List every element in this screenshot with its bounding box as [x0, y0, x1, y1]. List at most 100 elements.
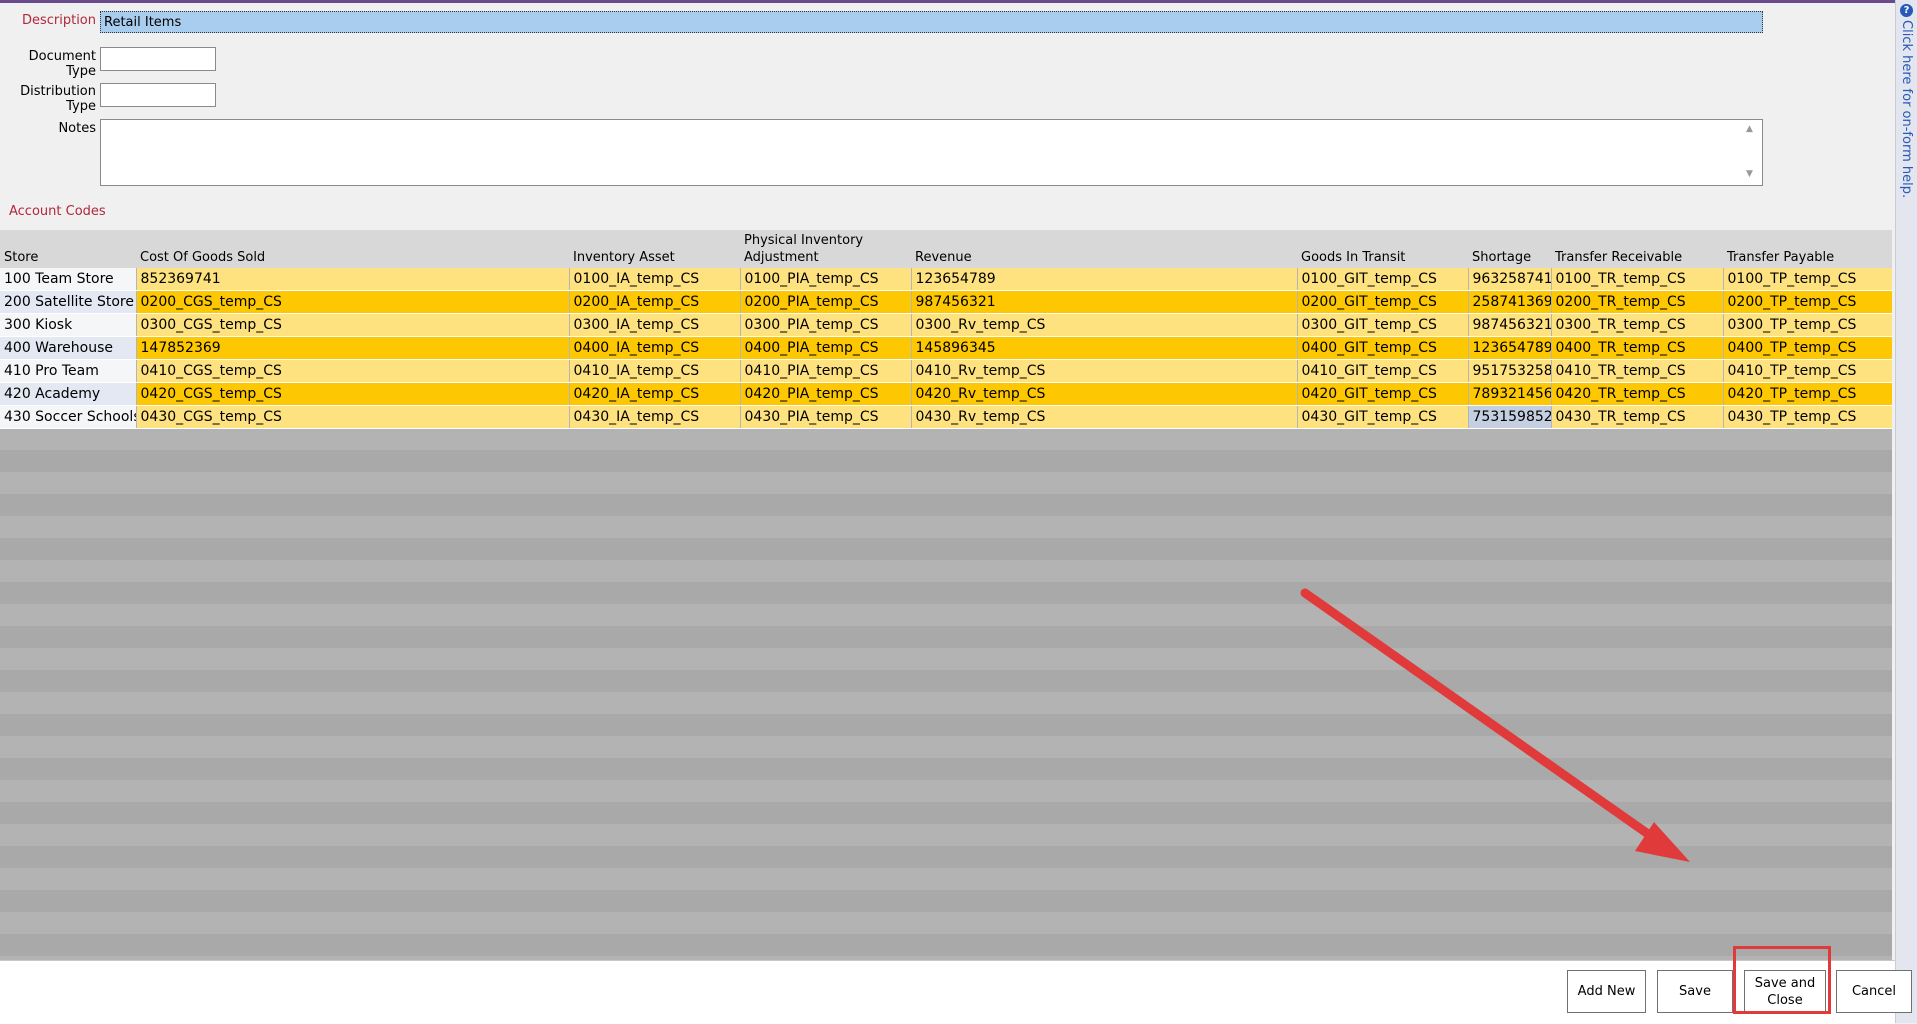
scroll-down-icon[interactable]: ▼ — [1746, 169, 1913, 179]
account-code-cell[interactable]: 0420_TP_temp_CS — [1722, 382, 1892, 406]
account-code-cell[interactable]: 0400_TR_temp_CS — [1550, 336, 1723, 360]
scroll-up-icon[interactable]: ▲ — [1746, 124, 1913, 134]
account-code-cell[interactable]: 0420_IA_temp_CS — [568, 382, 740, 406]
account-code-cell[interactable]: 0300_CGS_temp_CS — [135, 313, 569, 337]
store-cell[interactable]: 300 Kiosk — [0, 313, 136, 337]
account-code-cell[interactable]: 0300_Rv_temp_CS — [910, 313, 1297, 337]
account-code-cell[interactable]: 0420_PIA_temp_CS — [739, 382, 911, 406]
account-code-cell[interactable]: 0300_PIA_temp_CS — [739, 313, 911, 337]
document-type-label: Document Type — [28, 49, 96, 79]
account-code-cell[interactable]: 145896345 — [910, 336, 1297, 360]
account-code-cell[interactable]: 0300_IA_temp_CS — [568, 313, 740, 337]
account-code-cell[interactable]: 0410_CGS_temp_CS — [135, 359, 569, 383]
account-code-cell[interactable]: 0200_TP_temp_CS — [1722, 290, 1892, 314]
account-code-cell[interactable]: 0100_PIA_temp_CS — [739, 268, 911, 291]
account-code-cell[interactable]: 0200_PIA_temp_CS — [739, 290, 911, 314]
account-code-cell[interactable]: 0430_CGS_temp_CS — [135, 405, 569, 429]
account-code-cell[interactable]: 0410_TR_temp_CS — [1550, 359, 1723, 383]
account-code-cell[interactable]: 0430_Rv_temp_CS — [910, 405, 1297, 429]
account-code-cell[interactable]: 0200_TR_temp_CS — [1550, 290, 1723, 314]
save-button[interactable]: Save — [1657, 970, 1733, 1013]
column-header[interactable]: Store — [0, 230, 136, 268]
column-header[interactable]: Goods In Transit — [1297, 230, 1468, 268]
account-code-cell[interactable]: 963258741 — [1467, 268, 1551, 291]
account-code-cell[interactable]: 0100_IA_temp_CS — [568, 268, 740, 291]
store-cell[interactable]: 420 Academy — [0, 382, 136, 406]
account-code-cell[interactable]: 123654789 — [1467, 336, 1551, 360]
help-icon[interactable]: ? — [1900, 4, 1913, 17]
account-code-cell[interactable]: 0430_PIA_temp_CS — [739, 405, 911, 429]
store-cell[interactable]: 400 Warehouse — [0, 336, 136, 360]
account-code-cell[interactable]: 951753258 — [1467, 359, 1551, 383]
account-code-cell[interactable]: 0200_GIT_temp_CS — [1296, 290, 1468, 314]
account-code-cell[interactable]: 0430_GIT_temp_CS — [1296, 405, 1468, 429]
account-code-cell[interactable]: 147852369 — [135, 336, 569, 360]
on-form-help-strip[interactable]: ? Click here for on-form help. — [1895, 0, 1917, 1023]
account-code-cell[interactable]: 987456321 — [910, 290, 1297, 314]
table-row[interactable]: 410 Pro Team 0410_CGS_temp_CS 0410_IA_temp… — [0, 359, 1892, 383]
store-cell[interactable]: 200 Satellite Store — [0, 290, 136, 314]
grid-body: 100 Team Store 852369741 0100_IA_temp_CS 01… — [0, 268, 1892, 429]
account-code-cell[interactable]: 987456321 — [1467, 313, 1551, 337]
account-codes-grid: Store Cost Of Goods Sold Inventory Asset Ph… — [0, 230, 1892, 960]
document-type-input[interactable] — [100, 47, 216, 71]
account-code-cell[interactable]: 0300_TP_temp_CS — [1722, 313, 1892, 337]
column-header[interactable]: Physical Inventory Adjustment — [740, 230, 911, 268]
table-row[interactable]: 300 Kiosk 0300_CGS_temp_CS 0300_IA_temp_CS… — [0, 313, 1892, 337]
description-input[interactable] — [100, 11, 1763, 33]
table-row[interactable]: 430 Soccer Schools 0430_CGS_temp_CS 0430_I… — [0, 405, 1892, 429]
account-codes-table: Store Cost Of Goods Sold Inventory Asset Ph… — [0, 230, 1892, 429]
account-code-cell[interactable]: 0400_TP_temp_CS — [1722, 336, 1892, 360]
account-code-cell[interactable]: 0410_TP_temp_CS — [1722, 359, 1892, 383]
account-code-cell[interactable]: 0100_TR_temp_CS — [1550, 268, 1723, 291]
account-code-cell[interactable]: 0200_IA_temp_CS — [568, 290, 740, 314]
account-code-cell[interactable]: 0430_TP_temp_CS — [1722, 405, 1892, 429]
on-form-help-link[interactable]: Click here for on-form help. — [1899, 20, 1914, 198]
account-code-cell[interactable]: 0420_TR_temp_CS — [1550, 382, 1723, 406]
account-code-cell[interactable]: 0400_GIT_temp_CS — [1296, 336, 1468, 360]
account-code-cell[interactable]: 0100_GIT_temp_CS — [1296, 268, 1468, 291]
table-row[interactable]: 400 Warehouse 147852369 0400_IA_temp_CS 040… — [0, 336, 1892, 360]
store-cell[interactable]: 430 Soccer Schools — [0, 405, 136, 429]
account-code-cell[interactable]: 789321456 — [1467, 382, 1551, 406]
account-code-cell[interactable]: 0300_GIT_temp_CS — [1296, 313, 1468, 337]
table-row[interactable]: 420 Academy 0420_CGS_temp_CS 0420_IA_temp_… — [0, 382, 1892, 406]
distribution-type-input[interactable] — [100, 83, 216, 107]
add-new-button[interactable]: Add New — [1567, 970, 1646, 1013]
notes-textarea[interactable] — [100, 119, 1763, 186]
store-cell[interactable]: 100 Team Store — [0, 268, 136, 291]
account-code-cell[interactable]: 0100_TP_temp_CS — [1722, 268, 1892, 291]
column-header[interactable]: Inventory Asset — [569, 230, 740, 268]
account-code-cell[interactable]: 0430_TR_temp_CS — [1550, 405, 1723, 429]
account-code-cell[interactable]: 0410_IA_temp_CS — [568, 359, 740, 383]
column-header[interactable]: Cost Of Goods Sold — [136, 230, 569, 268]
account-code-cell[interactable]: 123654789 — [910, 268, 1297, 291]
account-code-cell[interactable]: 0400_PIA_temp_CS — [739, 336, 911, 360]
account-code-cell[interactable]: 852369741 — [135, 268, 569, 291]
account-code-cell[interactable]: 0410_PIA_temp_CS — [739, 359, 911, 383]
table-row[interactable]: 100 Team Store 852369741 0100_IA_temp_CS 01… — [0, 268, 1892, 291]
account-code-cell[interactable]: 0430_IA_temp_CS — [568, 405, 740, 429]
column-header[interactable]: Transfer Receivable — [1551, 230, 1723, 268]
account-code-cell[interactable]: 0410_GIT_temp_CS — [1296, 359, 1468, 383]
footer-bar: Add New Save Save and Close Cancel — [0, 960, 1912, 1024]
notes-label: Notes — [58, 121, 96, 136]
save-and-close-button[interactable]: Save and Close — [1744, 970, 1826, 1013]
account-code-cell[interactable]: 0410_Rv_temp_CS — [910, 359, 1297, 383]
column-header[interactable]: Transfer Payable — [1723, 230, 1892, 268]
account-code-cell[interactable]: 0420_Rv_temp_CS — [910, 382, 1297, 406]
cancel-button[interactable]: Cancel — [1836, 970, 1912, 1013]
column-header[interactable]: Shortage — [1468, 230, 1551, 268]
account-code-cell[interactable]: 0400_IA_temp_CS — [568, 336, 740, 360]
account-code-cell[interactable]: 0300_TR_temp_CS — [1550, 313, 1723, 337]
description-label: Description — [21, 13, 96, 28]
table-row[interactable]: 200 Satellite Store 0200_CGS_temp_CS 0200_… — [0, 290, 1892, 314]
account-code-cell[interactable]: 258741369 — [1467, 290, 1551, 314]
account-code-cell[interactable]: 753159852 — [1467, 405, 1551, 429]
column-header[interactable]: Revenue — [911, 230, 1297, 268]
account-codes-label: Account Codes — [9, 204, 106, 219]
account-code-cell[interactable]: 0420_CGS_temp_CS — [135, 382, 569, 406]
account-code-cell[interactable]: 0200_CGS_temp_CS — [135, 290, 569, 314]
store-cell[interactable]: 410 Pro Team — [0, 359, 136, 383]
account-code-cell[interactable]: 0420_GIT_temp_CS — [1296, 382, 1468, 406]
